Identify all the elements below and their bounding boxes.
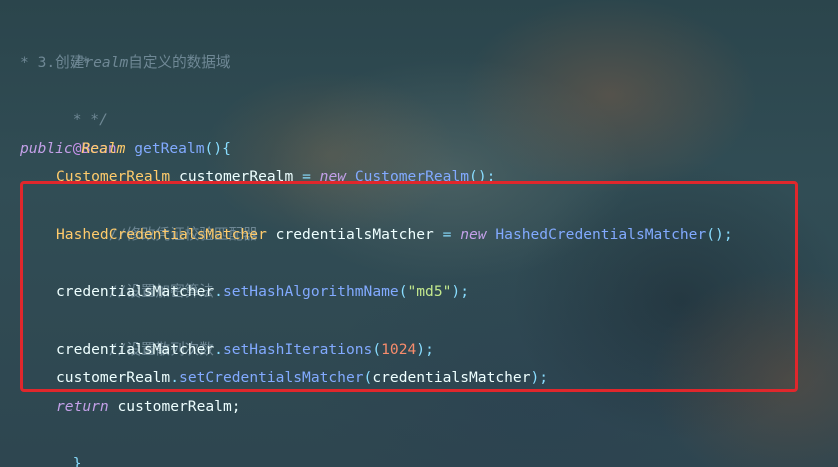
code-line-4: @Bean: [20, 106, 733, 157]
code-line-14: return customerRealm;: [20, 393, 733, 422]
code-line-1: /*: [20, 20, 733, 71]
public-keyword: public: [20, 139, 73, 157]
comment-text: * 3.创建: [20, 53, 85, 71]
code-editor[interactable]: /* * 3.创建realm自定义的数据域 * */ @Bean public …: [0, 0, 838, 467]
highlight-annotation-box: [20, 181, 798, 392]
method-name: getRealm: [134, 139, 205, 157]
variable-name: customerRealm: [117, 397, 232, 415]
return-keyword: return: [56, 397, 109, 415]
comment-close: * */: [72, 111, 108, 129]
closing-brace: }: [72, 455, 82, 467]
code-line-2: * 3.创建realm自定义的数据域: [20, 49, 733, 78]
code-line-15: }: [20, 422, 733, 467]
comment-text-tail: 自定义的数据域: [128, 53, 231, 71]
code-line-3: * */: [20, 77, 733, 128]
code-line-5: public Realm getRealm(){: [20, 135, 733, 164]
method-parens: (){: [204, 139, 231, 157]
return-type: Realm: [81, 139, 126, 157]
comment-italic: realm: [84, 53, 129, 71]
semicolon: ;: [231, 397, 241, 415]
